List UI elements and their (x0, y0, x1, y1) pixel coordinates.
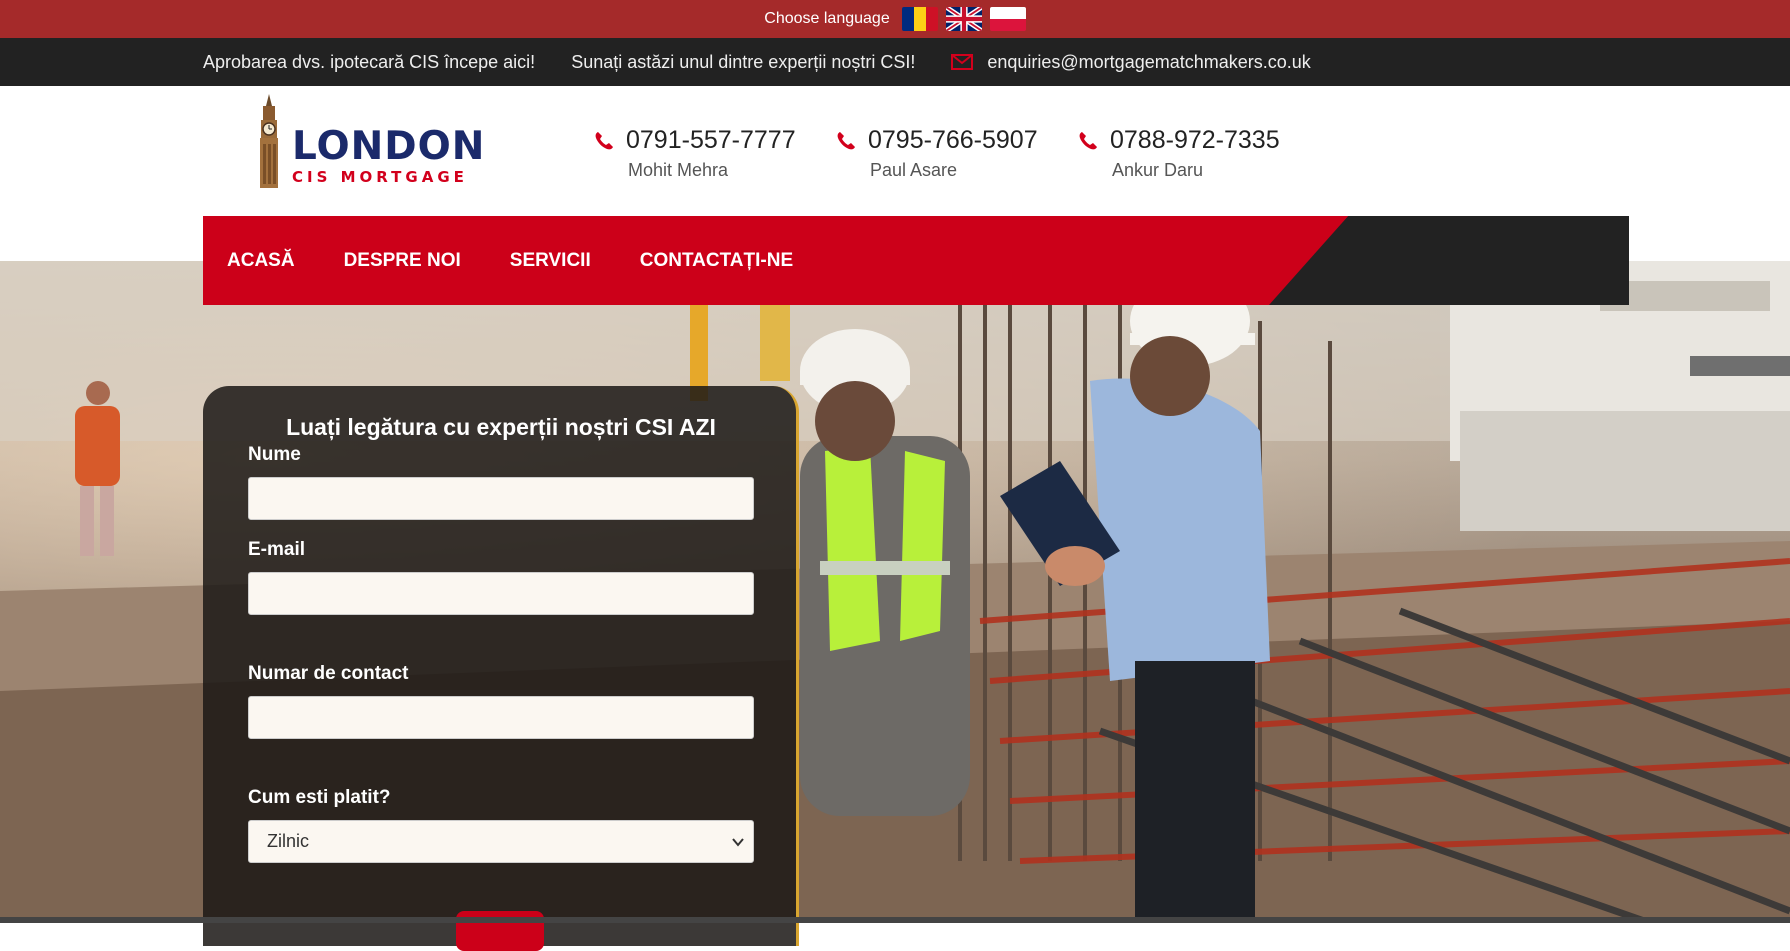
phone-label: Numar de contact (248, 663, 409, 684)
payment-frequency-select[interactable]: Zilnic (248, 820, 754, 863)
choose-language-label: Choose language (764, 10, 890, 27)
email-label: E-mail (248, 539, 306, 560)
form-title: Luați legătura cu experții noștri CSI AZ… (286, 414, 716, 440)
contact-mohit[interactable]: 0791-557-7777 Mohit Mehra (594, 126, 796, 181)
nav-item-servicii[interactable]: SERVICII (510, 250, 591, 272)
phone-icon (837, 131, 855, 149)
nav-item-despre-noi[interactable]: DESPRE NOI (344, 250, 461, 272)
phone-icon (595, 131, 613, 149)
nav-item-acasa[interactable]: ACASĂ (227, 250, 295, 272)
contact-phone-number: 0791-557-7777 (626, 126, 796, 154)
logo-london-text: LONDON (292, 124, 486, 169)
contact-paul[interactable]: 0795-766-5907 Paul Asare (836, 126, 1038, 181)
phone-input[interactable] (248, 696, 754, 739)
main-navigation: ACASĂ DESPRE NOI SERVICII CONTACTAȚI-NE (203, 216, 1629, 305)
language-bar: Choose language (0, 0, 1790, 38)
name-label: Nume (248, 444, 301, 465)
site-logo[interactable]: LONDON CIS MORTGAGE (254, 94, 484, 188)
phone-icon (1079, 131, 1097, 149)
name-input[interactable] (248, 477, 754, 520)
poland-flag-icon[interactable] (989, 7, 1026, 31)
tagline-text: Aprobarea dvs. ipotecară CIS începe aici… (203, 51, 536, 72)
nav-dark-accent (1269, 216, 1629, 305)
payment-frequency-value: Zilnic (267, 831, 310, 851)
nav-item-contactati-ne[interactable]: CONTACTAȚI-NE (640, 250, 793, 272)
contact-ankur[interactable]: 0788-972-7335 Ankur Daru (1078, 126, 1280, 181)
contact-name: Paul Asare (870, 160, 958, 180)
call-experts-text: Sunați astăzi unul dintre experții noștr… (571, 51, 916, 72)
romania-flag-icon[interactable] (901, 7, 938, 31)
email-link[interactable]: enquiries@mortgagematchmakers.co.uk (951, 51, 1311, 73)
email-address: enquiries@mortgagematchmakers.co.uk (987, 51, 1311, 72)
top-info-bar: Aprobarea dvs. ipotecară CIS începe aici… (0, 38, 1790, 86)
contact-name: Mohit Mehra (628, 160, 729, 180)
logo-cis-mortgage-text: CIS MORTGAGE (292, 168, 468, 186)
uk-flag-icon[interactable] (945, 7, 982, 31)
chevron-down-icon (732, 838, 744, 847)
contact-form-panel: Luați legătura cu experții noștri CSI AZ… (203, 386, 799, 951)
site-header: LONDON CIS MORTGAGE 0791-557-7777 Mohit … (0, 86, 1790, 216)
contact-phone-number: 0788-972-7335 (1110, 126, 1280, 154)
page-bottom-edge (0, 917, 1790, 923)
big-ben-icon (260, 94, 278, 188)
payment-frequency-label: Cum esti platit? (248, 787, 391, 808)
mail-icon (951, 54, 974, 70)
contact-phone-number: 0795-766-5907 (868, 126, 1038, 154)
contact-name: Ankur Daru (1112, 160, 1204, 180)
email-input[interactable] (248, 572, 754, 615)
